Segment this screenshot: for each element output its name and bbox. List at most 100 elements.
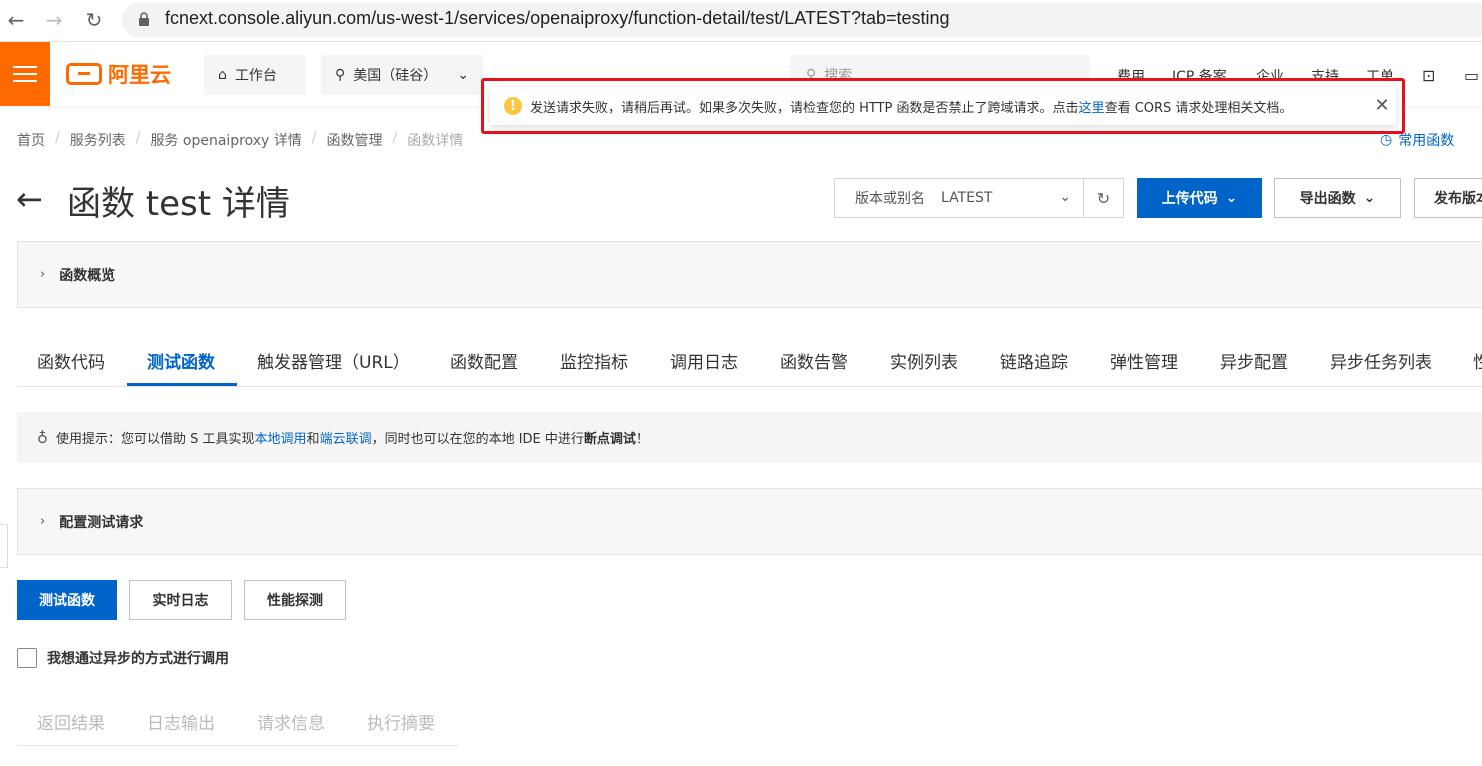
test-function-button[interactable]: 测试函数 (17, 580, 117, 620)
chevron-right-icon: › (40, 267, 46, 282)
async-invoke-checkbox[interactable] (17, 648, 37, 668)
breadcrumb-separator: / (392, 130, 398, 146)
error-alert: ! 发送请求失败，请稍后再试。如果多次失败，请检查您的 HTTP 函数是否禁止了… (490, 87, 1396, 125)
workbench-button[interactable]: ⌂ 工作台 (204, 55, 306, 95)
tab-tracing[interactable]: 链路追踪 (1000, 348, 1068, 373)
aliyun-logo-mark (66, 63, 102, 85)
region-selector[interactable]: ⚲ 美国（硅谷） ⌄ (321, 55, 483, 95)
back-arrow-icon[interactable]: ← (16, 180, 43, 218)
realtime-log-button[interactable]: 实时日志 (129, 580, 232, 620)
alert-doc-link[interactable]: 这里 (1079, 101, 1105, 116)
tab-metrics[interactable]: 监控指标 (560, 348, 628, 373)
export-function-button[interactable]: 导出函数 ⌄ (1274, 178, 1401, 218)
tab-test-function[interactable]: 测试函数 (147, 348, 215, 373)
active-tab-indicator (127, 383, 237, 386)
tab-log-output[interactable]: 日志输出 (147, 709, 215, 734)
tab-async-tasks[interactable]: 异步任务列表 (1330, 348, 1432, 373)
common-functions-link[interactable]: ◷ 常用函数 (1380, 130, 1454, 150)
chevron-down-icon: ⌄ (1059, 189, 1071, 205)
usage-tip: ♁ 使用提示：您可以借助 S 工具实现 本地调用和端云联调 ，同时也可以在您的本地 … (17, 412, 1482, 463)
alert-text-after: 查看 CORS 请求处理相关文档。 (1104, 100, 1293, 116)
warning-icon: ! (504, 97, 522, 115)
version-label: 版本或别名 (855, 191, 925, 207)
clock-icon: ◷ (1380, 132, 1393, 148)
reload-icon[interactable]: ↻ (82, 8, 106, 32)
chevron-down-icon: ⌄ (1363, 190, 1376, 206)
test-function-label: 测试函数 (39, 593, 95, 609)
tab-invocation-logs[interactable]: 调用日志 (670, 348, 738, 373)
breadcrumb-service-list[interactable]: 服务列表 (70, 130, 126, 150)
breadcrumb-home[interactable]: 首页 (17, 130, 45, 150)
refresh-icon: ↻ (1096, 188, 1111, 208)
overview-label: 函数概览 (59, 267, 116, 284)
async-invoke-label[interactable]: 我想通过异步的方式进行调用 (47, 648, 229, 668)
tab-function-config[interactable]: 函数配置 (450, 348, 518, 373)
forward-icon[interactable]: → (42, 8, 66, 32)
publish-version-label: 发布版本 (1434, 191, 1482, 207)
tip-middle: ，同时也可以在您的本地 IDE 中进行 (371, 432, 584, 447)
tab-request-info[interactable]: 请求信息 (257, 709, 325, 734)
tab-scaling[interactable]: 弹性管理 (1110, 348, 1178, 373)
breadcrumb-current: 函数详情 (407, 133, 464, 149)
cloud-debug-link[interactable]: 端云联调 (320, 428, 372, 447)
chevron-down-icon: ⌄ (457, 67, 469, 83)
tip-and: 和 (306, 432, 320, 447)
side-drawer-handle[interactable] (0, 524, 8, 568)
tab-async-config[interactable]: 异步配置 (1220, 348, 1288, 373)
workbench-label: 工作台 (234, 68, 277, 84)
browser-toolbar: ← → ↻ fcnext.console.aliyun.com/us-west-… (0, 0, 1482, 42)
tip-prefix: 使用提示：您可以借助 S 工具实现 (56, 432, 255, 447)
config-test-request-panel[interactable]: › 配置测试请求 (17, 488, 1482, 555)
error-alert-highlight: ! 发送请求失败，请稍后再试。如果多次失败，请检查您的 HTTP 函数是否禁止了… (481, 78, 1405, 134)
performance-probe-button[interactable]: 性能探测 (244, 580, 346, 620)
result-tabs: 返回结果 日志输出 请求信息 执行摘要 (17, 700, 458, 746)
function-tabs: 函数代码 测试函数 触发器管理（URL） 函数配置 监控指标 调用日志 函数告警… (17, 334, 1482, 387)
breadcrumb-function-mgmt[interactable]: 函数管理 (327, 130, 383, 150)
breadcrumb-separator: / (135, 130, 141, 146)
home-icon: ⌂ (218, 67, 227, 83)
upload-code-label: 上传代码 (1161, 191, 1218, 207)
tab-function-code[interactable]: 函数代码 (37, 348, 105, 373)
publish-version-button[interactable]: 发布版本 (1414, 178, 1482, 218)
tab-overflow[interactable]: 性 (1473, 348, 1482, 373)
refresh-button[interactable]: ↻ (1083, 178, 1124, 218)
alert-text-before: 发送请求失败，请稍后再试。如果多次失败，请检查您的 HTTP 函数是否禁止了跨域… (530, 100, 1079, 116)
chevron-right-icon: › (40, 514, 46, 529)
async-invoke-option: 我想通过异步的方式进行调用 (17, 648, 229, 668)
menu-icon[interactable] (0, 42, 50, 106)
version-value: LATEST (941, 190, 993, 206)
alert-message: 发送请求失败，请稍后再试。如果多次失败，请检查您的 HTTP 函数是否禁止了跨域… (530, 97, 1292, 116)
logo-text: 阿里云 (108, 63, 171, 87)
aliyun-logo[interactable]: 阿里云 (66, 60, 171, 88)
common-functions-label: 常用函数 (1398, 133, 1455, 149)
tip-suffix: ！ (635, 432, 649, 447)
back-icon[interactable]: ← (4, 8, 28, 32)
function-overview-panel[interactable]: › 函数概览 (17, 241, 1482, 308)
close-icon[interactable]: ✕ (1372, 95, 1392, 116)
upload-code-button[interactable]: 上传代码 ⌄ (1137, 178, 1262, 218)
breadcrumb-service-detail[interactable]: 服务 openaiproxy 详情 (150, 130, 301, 150)
tab-trigger-management[interactable]: 触发器管理（URL） (257, 348, 410, 373)
version-alias-select[interactable]: 版本或别名 LATEST ⌄ (834, 178, 1084, 218)
tab-return-result[interactable]: 返回结果 (37, 709, 105, 734)
export-function-label: 导出函数 (1299, 191, 1356, 207)
page-title: 函数 test 详情 (67, 184, 290, 224)
app-icon[interactable]: ⊡ (1422, 66, 1435, 85)
tip-bold: 断点调试 (583, 432, 636, 447)
lightbulb-icon: ♁ (37, 428, 48, 447)
chevron-down-icon: ⌄ (1225, 190, 1238, 206)
region-label: 美国（硅谷） (353, 68, 438, 84)
tab-instances[interactable]: 实例列表 (890, 348, 958, 373)
tab-alerts[interactable]: 函数告警 (780, 348, 848, 373)
breadcrumb-separator: / (55, 130, 60, 146)
breadcrumb: 首页 / 服务列表 / 服务 openaiproxy 详情 / 函数管理 / 函… (17, 130, 463, 150)
lock-icon (139, 12, 149, 26)
breadcrumb-separator: / (311, 130, 317, 146)
tab-execution-summary[interactable]: 执行摘要 (367, 709, 435, 734)
performance-probe-label: 性能探测 (267, 593, 323, 609)
url-text[interactable]: fcnext.console.aliyun.com/us-west-1/serv… (165, 8, 950, 29)
local-invoke-link[interactable]: 本地调用 (255, 428, 307, 447)
location-pin-icon: ⚲ (335, 67, 346, 83)
config-panel-label: 配置测试请求 (59, 514, 144, 531)
terminal-icon[interactable]: ▭ (1464, 66, 1479, 85)
